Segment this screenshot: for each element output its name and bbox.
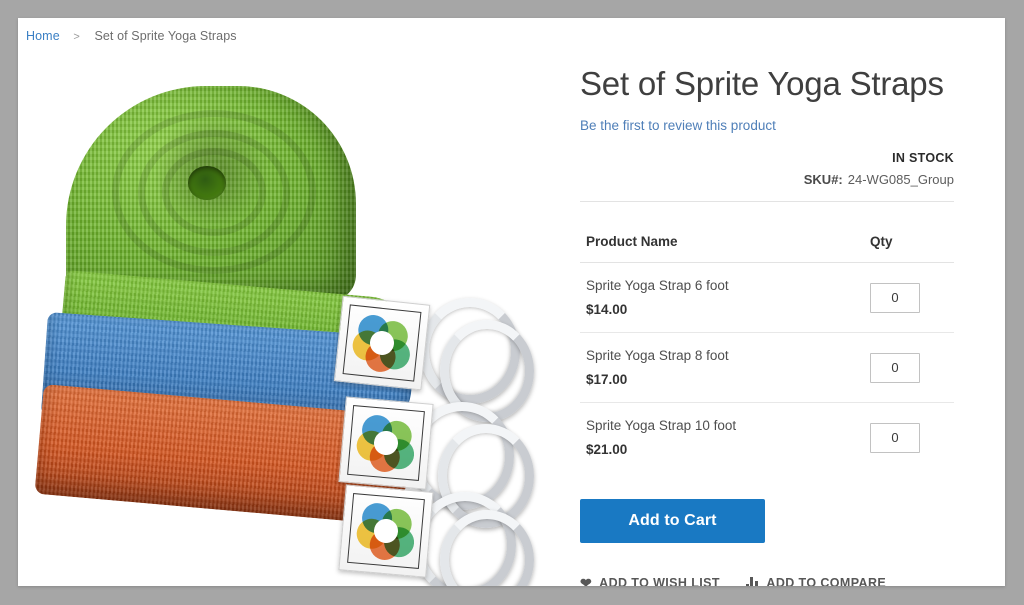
product-cell: Sprite Yoga Strap 10 foot $21.00 <box>580 403 870 473</box>
strap-green-roll <box>66 86 356 301</box>
grouped-product-table: Product Name Qty Sprite Yoga Strap 6 foo… <box>580 234 954 472</box>
breadcrumb-separator-icon: > <box>73 31 80 43</box>
product-image[interactable] <box>24 54 572 586</box>
roll-center-hole <box>188 166 226 200</box>
page-surface: Home > Set of Sprite Yoga Straps Set of … <box>18 18 1005 586</box>
add-to-compare-label: ADD TO COMPARE <box>766 576 887 586</box>
brand-label-blue <box>338 396 434 490</box>
page-title: Set of Sprite Yoga Straps <box>580 65 944 102</box>
qty-input-10-foot[interactable] <box>870 422 920 453</box>
status-badge: IN STOCK <box>892 151 954 166</box>
breadcrumb-current: Set of Sprite Yoga Straps <box>94 29 237 43</box>
column-header-product-name: Product Name <box>580 234 870 264</box>
qty-cell <box>870 403 954 473</box>
qty-cell <box>870 262 954 334</box>
qty-cell <box>870 332 954 404</box>
heart-icon: ❤ <box>580 575 593 586</box>
table-row: Sprite Yoga Strap 6 foot $14.00 <box>580 262 954 334</box>
add-to-wishlist-label: ADD TO WISH LIST <box>599 576 720 586</box>
write-review-link[interactable]: Be the first to review this product <box>580 118 776 133</box>
brand-label-green <box>333 295 431 391</box>
product-main: Set of Sprite Yoga Straps Be the first t… <box>18 54 1005 586</box>
add-to-wishlist-link[interactable]: ❤ ADD TO WISH LIST <box>580 576 720 586</box>
sku-value: 24-WG085_Group <box>847 172 954 188</box>
product-info-column: Set of Sprite Yoga Straps Be the first t… <box>580 65 954 586</box>
add-to-compare-link[interactable]: ADD TO COMPARE <box>745 576 887 586</box>
stock-block: IN STOCK SKU#: 24-WG085_Group <box>580 151 954 187</box>
browser-backdrop: Home > Set of Sprite Yoga Straps Set of … <box>0 0 1024 605</box>
breadcrumb: Home > Set of Sprite Yoga Straps <box>26 29 237 43</box>
divider <box>580 201 954 203</box>
column-header-qty: Qty <box>870 234 954 264</box>
add-to-cart-button[interactable]: Add to Cart <box>580 499 765 544</box>
yoga-straps-illustration <box>34 84 542 586</box>
sku-label: SKU#: <box>803 172 843 188</box>
sprite-logo-icon <box>355 501 416 562</box>
qty-input-6-foot[interactable] <box>870 282 920 313</box>
item-name: Sprite Yoga Strap 6 foot <box>586 278 729 294</box>
table-header-row: Product Name Qty <box>580 234 954 264</box>
product-cell: Sprite Yoga Strap 6 foot $14.00 <box>580 262 870 334</box>
table-row: Sprite Yoga Strap 10 foot $21.00 <box>580 403 954 473</box>
item-price: $21.00 <box>586 442 628 458</box>
product-sku: SKU#: 24-WG085_Group <box>580 172 954 187</box>
breadcrumb-home-link[interactable]: Home <box>26 29 60 43</box>
product-media-column <box>24 54 572 586</box>
bar-chart-icon <box>745 577 760 586</box>
qty-input-8-foot[interactable] <box>870 352 920 383</box>
secondary-actions: ❤ ADD TO WISH LIST ADD TO COMPARE <box>580 576 954 586</box>
table-row: Sprite Yoga Strap 8 foot $17.00 <box>580 332 954 404</box>
item-name: Sprite Yoga Strap 10 foot <box>586 418 737 434</box>
product-actions: Add to Cart <box>580 499 954 544</box>
reviews-summary: Be the first to review this product <box>580 118 954 133</box>
item-name: Sprite Yoga Strap 8 foot <box>586 348 729 364</box>
item-price: $17.00 <box>586 372 628 388</box>
brand-label-orange <box>338 484 434 578</box>
sprite-logo-icon <box>355 413 416 474</box>
item-price: $14.00 <box>586 302 628 318</box>
product-cell: Sprite Yoga Strap 8 foot $17.00 <box>580 332 870 404</box>
sprite-logo-icon <box>351 313 412 374</box>
